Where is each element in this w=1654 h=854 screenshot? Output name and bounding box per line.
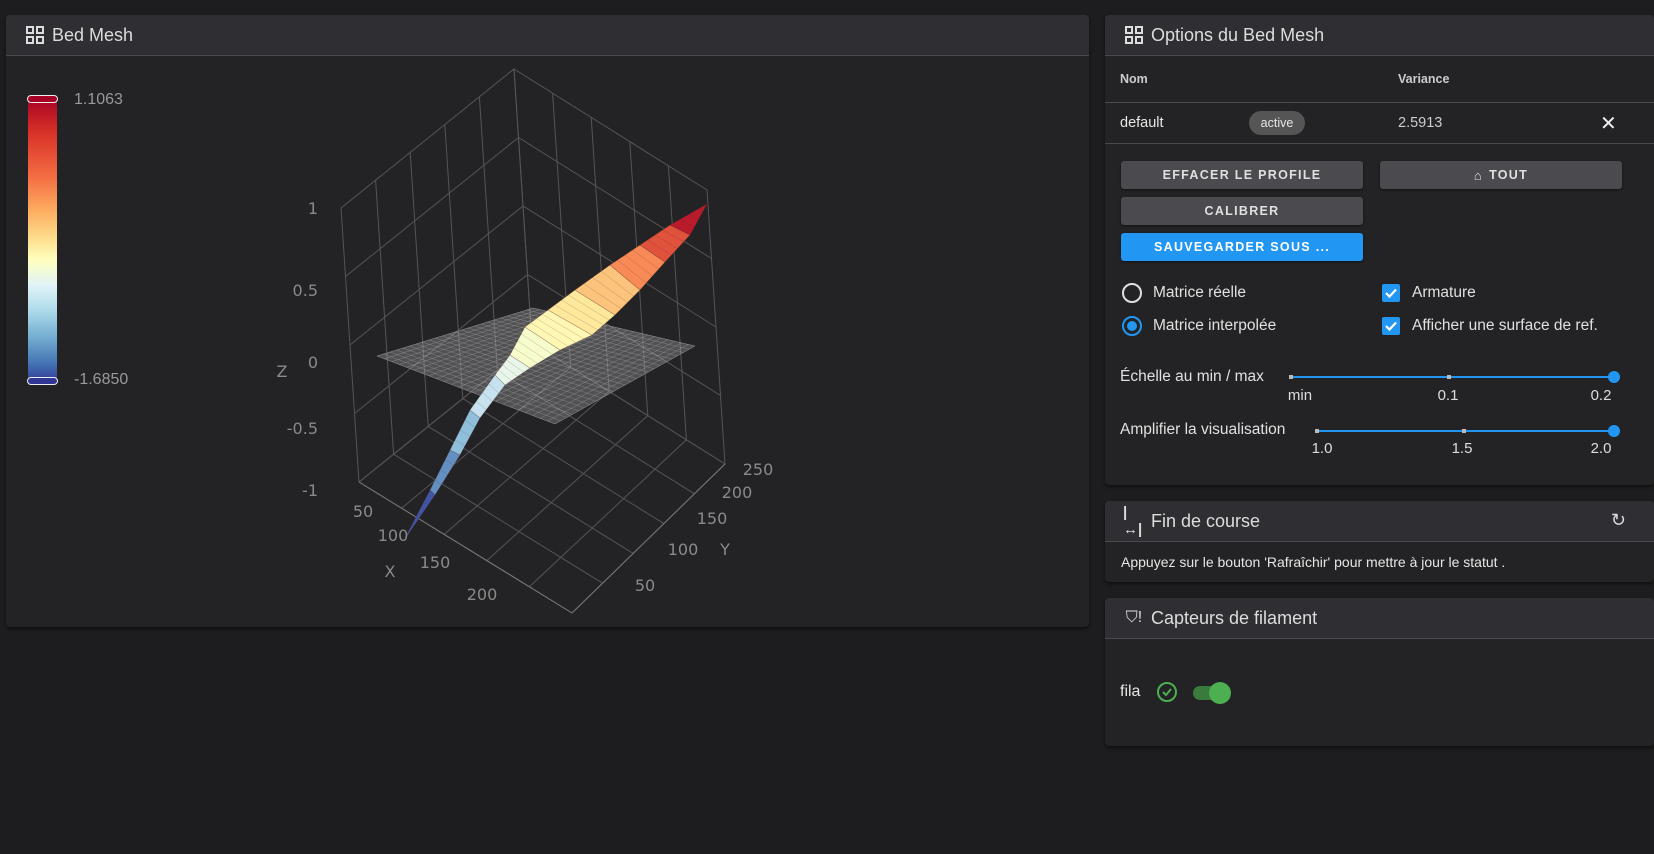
z-tick-label: 0 <box>308 353 318 372</box>
y-axis-label: Y <box>719 540 730 559</box>
amplify-tick-label: 2.0 <box>1590 440 1612 457</box>
radio-interpolated-matrix-label: Matrice interpolée <box>1153 317 1277 334</box>
table-row[interactable]: default active 2.5913 ✕ <box>1105 103 1654 143</box>
close-icon[interactable]: ✕ <box>1600 111 1617 136</box>
active-badge: active <box>1249 111 1305 135</box>
profile-name: default <box>1120 115 1164 131</box>
options-header: Options du Bed Mesh <box>1105 15 1654 56</box>
arrow-expand-horizontal-icon: |↔| <box>1123 504 1143 538</box>
amplify-tick-label: 1.5 <box>1451 440 1473 457</box>
x-tick-label: 50 <box>353 502 373 521</box>
y-tick-label: 50 <box>635 576 655 595</box>
x-tick-label: 200 <box>467 585 498 604</box>
checkbox-wireframe-label: Armature <box>1412 284 1476 301</box>
floor-gridline <box>486 415 649 561</box>
z-tick-label: -1 <box>302 481 318 500</box>
surface-segment <box>429 449 461 496</box>
options-panel: Options du Bed Mesh Nom Variance default… <box>1105 15 1654 485</box>
y-tick-label: 250 <box>743 460 774 479</box>
panel-title: Options du Bed Mesh <box>1151 24 1325 45</box>
scale-slider-label: Échelle au min / max <box>1120 368 1264 385</box>
wall-gridline <box>375 180 395 455</box>
scale-slider-thumb[interactable] <box>1608 371 1620 383</box>
save-as-button[interactable]: SAUVEGARDER SOUS ... <box>1121 233 1363 261</box>
panel-title: Fin de course <box>1151 510 1261 531</box>
filament-sensors-panel: ⛉! Capteurs de filament fila <box>1105 598 1654 746</box>
table-header-variance: Variance <box>1398 72 1450 86</box>
amplify-tick-label: 1.0 <box>1311 440 1333 457</box>
sensor-toggle[interactable] <box>1193 682 1231 704</box>
z-axis-label: Z <box>277 362 288 381</box>
scale-slider[interactable] <box>1289 371 1620 383</box>
slider-tick <box>1462 429 1466 433</box>
checkbox-reference-surface[interactable] <box>1382 317 1400 335</box>
sensor-name: fila <box>1120 683 1141 700</box>
scale-tick-label: 0.2 <box>1590 387 1612 404</box>
y-tick-label: 200 <box>722 483 753 502</box>
y-tick-label: 100 <box>668 540 699 559</box>
scale-tick-label: 0.1 <box>1437 387 1459 404</box>
radio-interpolated-matrix[interactable] <box>1122 316 1142 336</box>
z-tick-label: 0.5 <box>293 281 318 300</box>
home-icon: ⌂ <box>1473 167 1484 183</box>
table-header-name: Nom <box>1120 72 1148 86</box>
y-tick-label: 150 <box>697 509 728 528</box>
x-axis-label: X <box>385 562 396 581</box>
wall-gridline <box>513 68 533 344</box>
clear-profile-button[interactable]: EFFACER LE PROFILE <box>1121 161 1363 189</box>
amplify-slider[interactable] <box>1315 425 1620 437</box>
endstops-header: |↔| Fin de course ↻ <box>1105 501 1654 542</box>
radio-real-matrix[interactable] <box>1122 283 1142 303</box>
scale-tick-label: min <box>1287 387 1313 404</box>
surface-segment <box>404 489 436 539</box>
grid-icon <box>1123 24 1145 46</box>
toggle-thumb <box>1209 682 1231 704</box>
x-tick-label: 150 <box>420 553 451 572</box>
x-axis-line <box>358 481 573 614</box>
mesh-3d-plot[interactable]: 1 0.5 0 -0.5 -1 Z 50 100 150 200 X 50 100 150 200 250 Y <box>0 0 1090 630</box>
wall-gridline <box>706 189 726 465</box>
filament-header: ⛉! Capteurs de filament <box>1105 598 1654 639</box>
floor-gridline <box>529 439 687 588</box>
x-tick-label: 100 <box>378 526 409 545</box>
slider-tick <box>1289 375 1293 379</box>
z-tick-label: -0.5 <box>287 419 318 438</box>
amplify-slider-thumb[interactable] <box>1608 425 1620 437</box>
amplify-slider-label: Amplifier la visualisation <box>1120 421 1286 438</box>
slider-tick <box>1315 429 1319 433</box>
slider-tick <box>1447 375 1451 379</box>
endstops-panel: |↔| Fin de course ↻ Appuyez sur le bouto… <box>1105 501 1654 582</box>
endstops-message: Appuyez sur le bouton 'Rafraîchir' pour … <box>1121 554 1506 570</box>
wall-gridline <box>340 68 708 209</box>
check-circle-icon <box>1157 682 1177 702</box>
panel-title: Capteurs de filament <box>1151 607 1318 628</box>
wall-gridline <box>409 152 429 427</box>
radio-real-matrix-label: Matrice réelle <box>1153 284 1247 301</box>
refresh-icon[interactable]: ↻ <box>1611 510 1626 531</box>
divider <box>1105 143 1654 144</box>
filament-alert-icon: ⛉! <box>1125 609 1143 626</box>
surface-segment <box>449 409 481 456</box>
profile-variance: 2.5913 <box>1398 115 1443 131</box>
wall-gridline <box>340 207 360 483</box>
home-all-button[interactable]: ⌂ TOUT <box>1380 161 1622 189</box>
wall-gridline <box>667 165 687 440</box>
checkbox-reference-surface-label: Afficher une surface de ref. <box>1412 317 1598 334</box>
z-tick-label: 1 <box>308 199 318 218</box>
calibrate-button[interactable]: CALIBRER <box>1121 197 1363 225</box>
checkbox-wireframe[interactable] <box>1382 284 1400 302</box>
